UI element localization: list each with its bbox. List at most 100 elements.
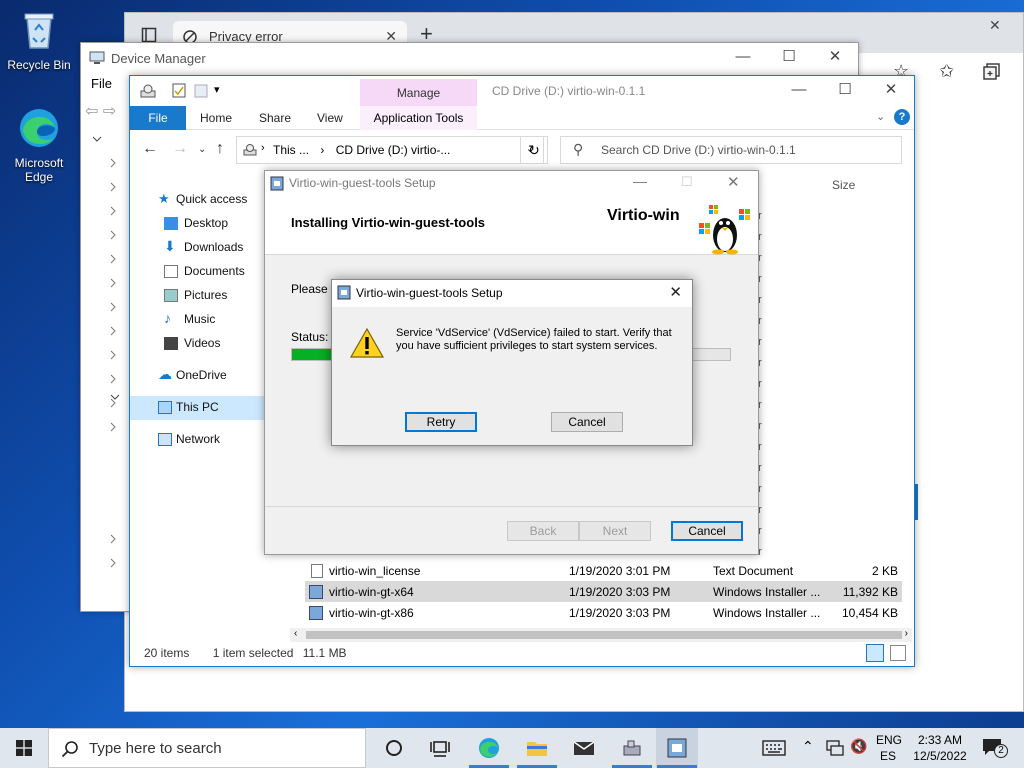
nav-item-desktop[interactable]: Desktop [130, 212, 264, 236]
installer-header: Installing Virtio-win-guest-tools Virtio… [265, 197, 758, 255]
address-box[interactable]: › This ... › CD Drive (D:) virtio-... ⌄ [236, 136, 544, 164]
cancel-button[interactable]: Cancel [551, 412, 623, 432]
maximize-icon[interactable]: ☐ [822, 76, 868, 106]
nav-item-videos[interactable]: Videos [130, 332, 264, 356]
file-type: Windows Installer ... [713, 606, 821, 620]
nav-label: Documents [184, 264, 245, 278]
nav-item-documents[interactable]: Documents [130, 260, 264, 284]
close-icon[interactable]: ✕ [669, 283, 682, 301]
nav-item-this-pc[interactable]: This PC [130, 396, 264, 420]
search-icon: ⚲ [573, 141, 584, 157]
scroll-right-icon[interactable]: › [905, 628, 908, 639]
maximize-icon[interactable]: ☐ [766, 43, 812, 73]
device-manager-icon[interactable] [620, 736, 644, 760]
mail-icon[interactable] [572, 736, 596, 760]
clock-time: 2:33 AM [917, 733, 963, 747]
keyboard-icon[interactable] [762, 739, 786, 757]
back-button[interactable]: Back [507, 521, 579, 541]
scroll-left-icon[interactable]: ‹ [294, 628, 297, 639]
nav-item-onedrive[interactable]: ☁ OneDrive [130, 364, 264, 388]
nav-item-pictures[interactable]: Pictures [130, 284, 264, 308]
nav-label: Downloads [184, 240, 244, 254]
search-input[interactable]: ⚲ Search CD Drive (D:) virtio-win-0.1.1 [560, 136, 902, 164]
close-icon[interactable]: ✕ [989, 17, 1001, 34]
desktop-icon-recycle-bin[interactable]: Recycle Bin [1, 8, 77, 72]
desktop-icon-edge[interactable]: Microsoft Edge [1, 106, 77, 184]
minimize-icon[interactable]: — [633, 173, 647, 189]
nav-label: Music [184, 312, 216, 326]
properties-icon[interactable] [172, 83, 186, 98]
back-forward-icon[interactable]: ⇦ ⇨ [85, 101, 116, 121]
tab-home[interactable]: Home [200, 111, 232, 125]
nav-item-music[interactable]: ♪ Music [130, 308, 264, 332]
large-icons-view-icon[interactable] [890, 645, 906, 661]
task-view-icon[interactable] [428, 736, 452, 760]
refresh-icon[interactable]: ↻ [520, 136, 548, 164]
notification-center-icon[interactable]: 2 [982, 738, 1008, 758]
documents-icon [164, 265, 178, 278]
task-view-cortana-icon[interactable] [382, 736, 406, 760]
drive-icon [243, 144, 257, 156]
manage-tab[interactable]: Manage [360, 79, 477, 106]
column-header-size[interactable]: Size [832, 178, 855, 192]
installer-taskbar-button[interactable] [656, 728, 698, 768]
details-view-icon[interactable] [866, 644, 884, 662]
nav-item-quick-access[interactable]: ★ Quick access [130, 188, 264, 212]
ribbon-expand-icon[interactable]: ⌄ [876, 110, 885, 123]
table-row[interactable]: virtio-win-gt-x86 1/19/2020 3:03 PM Wind… [305, 602, 902, 623]
nav-item-downloads[interactable]: ⬇ Downloads [130, 236, 264, 260]
favorites-list-icon[interactable]: ✩ [939, 61, 954, 82]
tab-actions-icon[interactable] [141, 27, 157, 43]
scrollbar-thumb[interactable] [306, 631, 902, 639]
nav-label: Desktop [184, 216, 229, 230]
minimize-icon[interactable]: — [720, 43, 766, 73]
minimize-icon[interactable]: — [776, 76, 822, 106]
status-item-count: 20 items [144, 646, 190, 660]
installer-icon [270, 176, 284, 191]
error-dialog[interactable]: Virtio-win-guest-tools Setup ✕ Service '… [331, 279, 693, 446]
tab-share[interactable]: Share [259, 111, 291, 125]
menu-file[interactable]: File [91, 76, 112, 91]
close-icon[interactable]: ✕ [868, 76, 914, 106]
file-date: 1/19/2020 3:01 PM [569, 564, 671, 578]
forward-icon[interactable]: → [172, 140, 188, 158]
up-icon[interactable]: ↑ [216, 140, 224, 158]
tab-file[interactable]: File [130, 106, 186, 130]
language-indicator[interactable]: ENG ES [876, 732, 902, 764]
recent-locations-icon[interactable]: ⌄ [198, 144, 206, 155]
start-icon[interactable] [16, 740, 32, 756]
window-controls: — ☐ ✕ [720, 43, 858, 73]
close-icon[interactable]: ✕ [812, 43, 858, 73]
chevron-up-icon[interactable]: ⌃ [802, 738, 814, 755]
file-size: 11,392 KB [842, 585, 898, 599]
installer-footer: Back Next Cancel [265, 506, 758, 554]
table-row[interactable]: virtio-win_license 1/19/2020 3:01 PM Tex… [305, 560, 902, 581]
close-icon[interactable]: ✕ [727, 173, 740, 191]
breadcrumb-cd-drive[interactable]: CD Drive (D:) virtio-... [336, 143, 451, 157]
retry-button[interactable]: Retry [405, 412, 477, 432]
installer-title: Virtio-win-guest-tools Setup [289, 176, 436, 190]
status-label: Status: [291, 330, 329, 344]
download-icon: ⬇ [164, 238, 176, 254]
new-folder-icon[interactable] [194, 84, 208, 98]
edge-icon[interactable] [477, 736, 501, 760]
back-icon[interactable]: ← [142, 140, 158, 158]
tab-view[interactable]: View [317, 111, 343, 125]
help-icon[interactable]: ? [894, 109, 910, 125]
nav-item-network[interactable]: Network [130, 428, 264, 452]
table-row[interactable]: virtio-win-gt-x64 1/19/2020 3:03 PM Wind… [305, 581, 902, 602]
taskbar-clock[interactable]: 2:33 AM 12/5/2022 [900, 732, 980, 764]
taskbar-search-input[interactable]: Type here to search [48, 728, 366, 768]
device-tree[interactable] [81, 129, 131, 591]
device-manager-titlebar: Device Manager — ☐ ✕ [81, 43, 858, 73]
breadcrumb-this-pc[interactable]: This ... [273, 143, 309, 157]
window-controls: — ☐ ✕ [776, 76, 914, 106]
cancel-button[interactable]: Cancel [671, 521, 743, 541]
next-button[interactable]: Next [579, 521, 651, 541]
speaker-muted-icon[interactable]: 🔇 [850, 738, 867, 755]
tab-application-tools[interactable]: Application Tools [360, 106, 477, 130]
network-icon[interactable] [826, 740, 844, 756]
file-explorer-icon[interactable] [525, 736, 549, 760]
quick-access-dropdown-icon[interactable]: ▾ [214, 83, 220, 96]
collections-icon[interactable] [983, 63, 1001, 81]
